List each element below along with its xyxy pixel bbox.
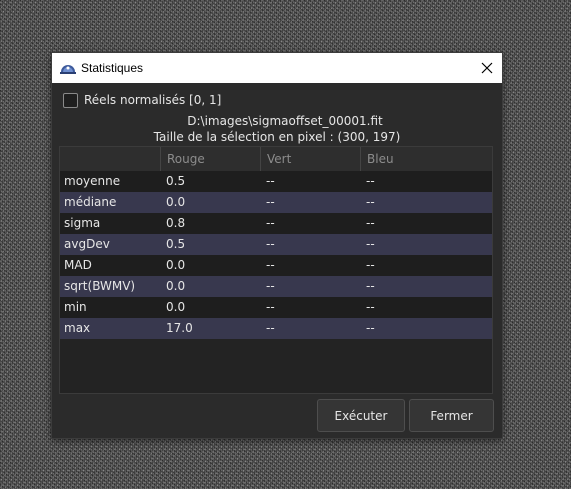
cell-rouge: 0.0	[166, 258, 186, 272]
cell-name: min	[64, 300, 87, 314]
cell-vert: --	[266, 300, 275, 314]
cell-rouge: 0.5	[166, 174, 186, 188]
table-row[interactable]: max 17.0 -- --	[60, 318, 492, 339]
selection-size: Taille de la sélection en pixel : (300, …	[153, 130, 401, 144]
siril-app-icon	[60, 65, 76, 74]
cell-rouge: 0.0	[166, 300, 186, 314]
normalized-option[interactable]: Réels normalisés [0, 1]	[63, 92, 221, 108]
cell-name: max	[64, 321, 91, 335]
header-bleu[interactable]: Bleu	[360, 147, 492, 171]
cell-rouge: 17.0	[166, 321, 193, 335]
cell-bleu: --	[366, 279, 375, 293]
table-row[interactable]: moyenne 0.5 -- --	[60, 171, 492, 192]
cell-vert: --	[266, 174, 275, 188]
cell-name: MAD	[64, 258, 92, 272]
cell-bleu: --	[366, 258, 375, 272]
cell-vert: --	[266, 321, 275, 335]
cell-rouge: 0.0	[166, 195, 186, 209]
cell-rouge: 0.0	[166, 279, 186, 293]
table-row[interactable]: MAD 0.0 -- --	[60, 255, 492, 276]
table-row[interactable]: sigma 0.8 -- --	[60, 213, 492, 234]
cell-vert: --	[266, 195, 275, 209]
normalized-checkbox[interactable]	[63, 92, 78, 108]
table-header: Rouge Vert Bleu	[60, 147, 492, 172]
cell-name: sqrt(BWMV)	[64, 279, 136, 293]
normalized-label: Réels normalisés [0, 1]	[84, 93, 222, 107]
table-row[interactable]: min 0.0 -- --	[60, 297, 492, 318]
cell-bleu: --	[366, 237, 375, 251]
cell-name: sigma	[64, 216, 101, 230]
close-icon[interactable]	[472, 53, 502, 83]
close-button[interactable]: Fermer	[409, 399, 494, 432]
cell-bleu: --	[366, 300, 375, 314]
cell-bleu: --	[366, 174, 375, 188]
statistics-dialog: Statistiques Réels normalisés [0, 1] D:\…	[52, 53, 502, 438]
cell-vert: --	[266, 237, 275, 251]
table-row[interactable]: avgDev 0.5 -- --	[60, 234, 492, 255]
cell-name: avgDev	[64, 237, 110, 251]
file-path: D:\images\sigmaoffset_00001.fit	[187, 114, 383, 128]
cell-bleu: --	[366, 216, 375, 230]
table-row[interactable]: médiane 0.0 -- --	[60, 192, 492, 213]
cell-name: médiane	[64, 195, 117, 209]
run-button[interactable]: Exécuter	[317, 399, 405, 432]
cell-vert: --	[266, 279, 275, 293]
cell-rouge: 0.5	[166, 237, 186, 251]
statistics-table[interactable]: Rouge Vert Bleu moyenne 0.5 -- -- médiane 0.0…	[59, 146, 493, 394]
cell-vert: --	[266, 258, 275, 272]
header-vert[interactable]: Vert	[260, 147, 360, 171]
cell-name: moyenne	[64, 174, 121, 188]
cell-bleu: --	[366, 321, 375, 335]
cell-vert: --	[266, 216, 275, 230]
window-title: Statistiques	[81, 61, 144, 75]
table-row[interactable]: sqrt(BWMV) 0.0 -- --	[60, 276, 492, 297]
header-rouge[interactable]: Rouge	[160, 147, 260, 171]
cell-bleu: --	[366, 195, 375, 209]
cell-rouge: 0.8	[166, 216, 186, 230]
title-bar[interactable]: Statistiques	[52, 53, 502, 83]
header-name[interactable]	[60, 147, 160, 171]
close-x-glyph	[481, 62, 493, 74]
